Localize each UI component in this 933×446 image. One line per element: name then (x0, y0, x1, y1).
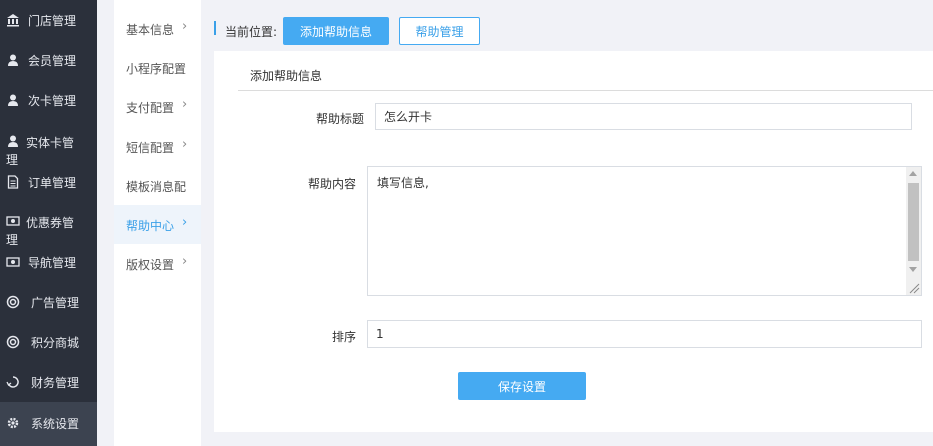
help-title-input[interactable] (375, 103, 912, 130)
breadcrumb-marker (214, 21, 216, 35)
subnav-item-basic-info[interactable]: 基本信息 › (114, 9, 201, 48)
sidebar-item-label: 财务管理 (31, 376, 80, 390)
help-content-textarea[interactable]: 填写信息, (367, 166, 922, 296)
sidebar-item-label: 导航管理 (28, 256, 77, 270)
user-icon (8, 54, 18, 66)
settings-subnav: 基本信息 › 小程序配置 支付配置 › 短信配置 › 模板消息配 帮助中心 › … (114, 0, 201, 446)
textarea-scrollbar[interactable] (906, 167, 921, 295)
help-content-text: 填写信息, (377, 176, 429, 190)
breadcrumb: 当前位置: 添加帮助信息 帮助管理 (212, 15, 933, 47)
subnav-item-label: 版权设置 (126, 258, 175, 272)
document-icon (7, 175, 19, 189)
sidebar-item-label: 广告管理 (31, 296, 80, 310)
subnav-item-label: 帮助中心 (126, 219, 175, 233)
lifebuoy-icon (6, 295, 20, 309)
user-icon (8, 94, 18, 106)
sidebar-item-system-settings[interactable]: 系统设置 (0, 402, 97, 446)
gear-icon (7, 417, 19, 429)
sidebar-item-label: 实体卡管 (26, 136, 75, 150)
chevron-right-icon: › (182, 137, 188, 152)
subnav-item-label: 模板消息配 (126, 180, 187, 194)
subnav-item-label: 支付配置 (126, 101, 175, 115)
subnav-item-label: 小程序配置 (126, 62, 187, 76)
help-management-button[interactable]: 帮助管理 (399, 17, 480, 45)
scroll-up-arrow-icon[interactable] (909, 171, 917, 176)
form-panel: 添加帮助信息 帮助标题 帮助内容 填写信息, 排序 保存设置 (214, 51, 933, 432)
subnav-item-copyright[interactable]: 版权设置 › (114, 244, 201, 283)
ticket-icon (6, 216, 20, 226)
sidebar-item-label: 次卡管理 (28, 94, 77, 108)
subnav-item-payment[interactable]: 支付配置 › (114, 87, 201, 126)
sidebar-item-orders[interactable]: 订单管理 (0, 162, 97, 202)
sidebar-item-coupons[interactable]: 优惠券管 理 (0, 202, 97, 247)
sidebar-item-members[interactable]: 会员管理 (0, 40, 97, 80)
sidebar-item-ads[interactable]: 广告管理 (0, 282, 97, 322)
sidebar-item-label: 门店管理 (28, 14, 77, 28)
sidebar-item-label: 订单管理 (28, 176, 77, 190)
sidebar-item-timecard[interactable]: 次卡管理 (0, 80, 97, 120)
sidebar-item-label: 系统设置 (31, 417, 80, 431)
sort-order-label: 排序 (331, 330, 356, 344)
help-content-label: 帮助内容 (307, 177, 356, 191)
chevron-right-icon: › (182, 254, 188, 269)
recycle-icon (6, 376, 19, 388)
subnav-item-label: 基本信息 (126, 23, 175, 37)
breadcrumb-label: 当前位置: (225, 25, 278, 39)
sort-order-input[interactable] (367, 320, 922, 348)
panel-title: 添加帮助信息 (250, 69, 323, 83)
chevron-right-icon: › (182, 19, 188, 34)
ticket-icon (6, 257, 20, 267)
sidebar-item-label: 积分商城 (31, 336, 80, 350)
subnav-item-miniprogram[interactable]: 小程序配置 (114, 48, 201, 87)
sidebar-item-store[interactable]: 门店管理 (0, 0, 97, 40)
chevron-right-icon: › (182, 215, 188, 230)
sidebar-item-label: 优惠券管 (26, 216, 75, 230)
panel-divider (238, 90, 933, 91)
lifebuoy-icon (6, 335, 20, 349)
subnav-item-help-center[interactable]: 帮助中心 › (114, 205, 201, 244)
sidebar-item-physical-card[interactable]: 实体卡管 理 (0, 122, 97, 167)
scroll-down-arrow-icon[interactable] (909, 267, 917, 272)
add-help-info-button[interactable]: 添加帮助信息 (283, 17, 389, 45)
subnav-item-label: 短信配置 (126, 141, 175, 155)
chevron-right-icon: › (182, 97, 188, 112)
help-title-label: 帮助标题 (315, 112, 364, 126)
bank-icon (7, 14, 19, 27)
resize-grip-icon[interactable] (908, 282, 920, 294)
sidebar-item-finance[interactable]: 财务管理 (0, 362, 97, 402)
sidebar-item-label: 会员管理 (28, 54, 77, 68)
subnav-item-sms[interactable]: 短信配置 › (114, 127, 201, 166)
subnav-item-template-message[interactable]: 模板消息配 (114, 166, 201, 205)
scroll-thumb[interactable] (908, 183, 919, 261)
user-icon (8, 135, 18, 147)
sidebar-item-points-mall[interactable]: 积分商城 (0, 322, 97, 362)
sidebar-item-navigation[interactable]: 导航管理 (0, 242, 97, 282)
save-settings-button[interactable]: 保存设置 (458, 372, 586, 400)
main-sidebar: 门店管理 会员管理 次卡管理 实体卡管 理 订单管理 优惠券管 理 导航管理 广… (0, 0, 97, 446)
